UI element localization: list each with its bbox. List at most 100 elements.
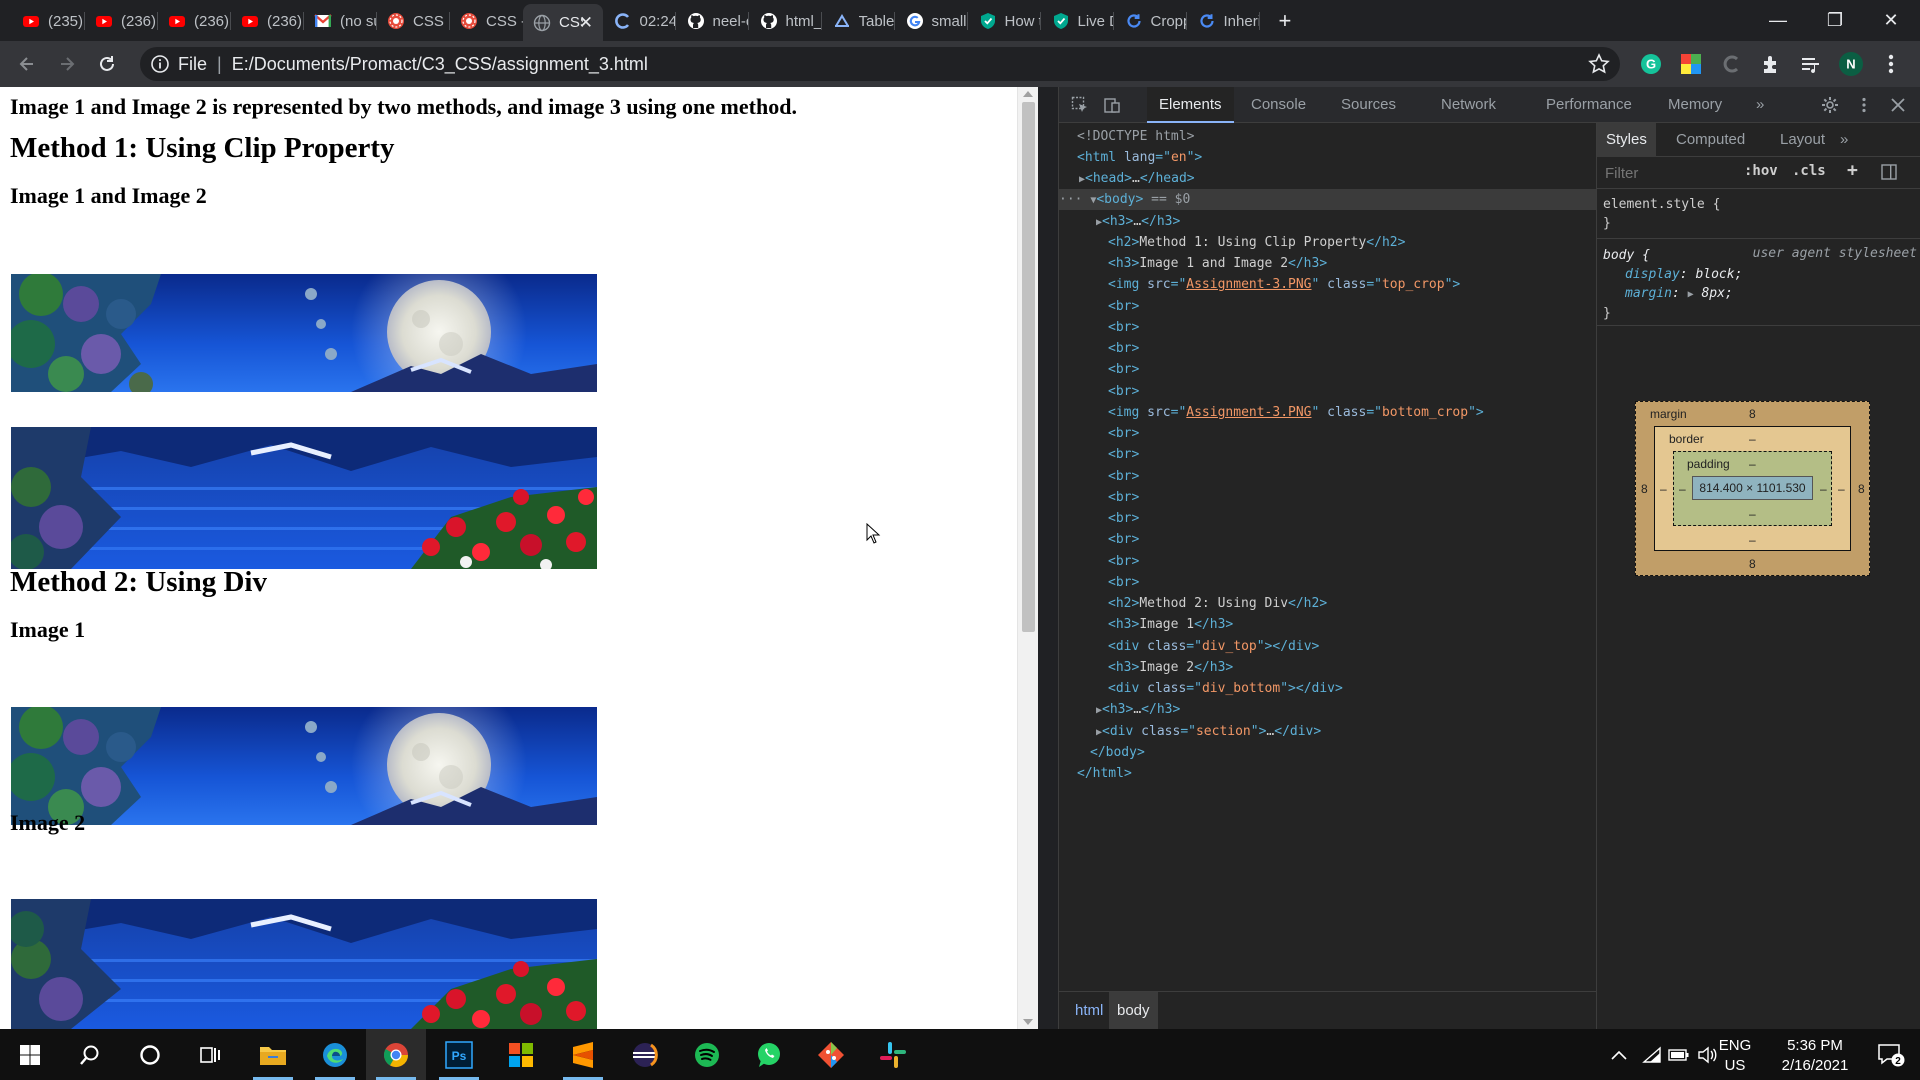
prop-name-display[interactable]: display: [1625, 267, 1680, 282]
dom-html-close[interactable]: </html>: [1059, 763, 1596, 784]
page-scrollbar-thumb[interactable]: [1022, 102, 1035, 632]
profile-avatar[interactable]: N: [1838, 51, 1864, 77]
box-border-top[interactable]: –: [1749, 432, 1756, 446]
browser-tab[interactable]: CSS✕: [523, 4, 603, 41]
browser-tab[interactable]: (235) Y: [12, 6, 85, 36]
reload-button[interactable]: [92, 49, 122, 79]
hover-state-toggle[interactable]: :hov: [1744, 163, 1778, 179]
dom-br[interactable]: <br>: [1059, 317, 1596, 338]
info-icon[interactable]: [150, 54, 170, 74]
box-padding-right[interactable]: –: [1820, 482, 1827, 496]
taskbar-spotify[interactable]: [677, 1029, 737, 1080]
scroll-up-arrow-icon[interactable]: [1023, 91, 1033, 97]
task-view-button[interactable]: [180, 1029, 240, 1080]
browser-tab[interactable]: html_a: [750, 6, 822, 36]
taskbar-edge[interactable]: [305, 1029, 365, 1080]
browser-tab[interactable]: Croppi: [1115, 6, 1187, 36]
dom-h3-image2[interactable]: <h3>Image 2</h3>: [1059, 657, 1596, 678]
taskbar-microsoft-store[interactable]: [491, 1029, 551, 1080]
dom-doctype[interactable]: <!DOCTYPE html>: [1059, 126, 1596, 147]
box-padding-left[interactable]: –: [1679, 482, 1686, 496]
dom-html-open[interactable]: <html lang="en">: [1059, 147, 1596, 168]
forward-button[interactable]: [52, 49, 82, 79]
dom-head-collapsed[interactable]: ▶<head>…</head>: [1059, 168, 1596, 189]
tab-console[interactable]: Console: [1239, 87, 1318, 123]
dom-div-top[interactable]: <div class="div_top"></div>: [1059, 636, 1596, 657]
expand-triangle-icon[interactable]: ▶: [1688, 289, 1694, 300]
tab-sources[interactable]: Sources: [1329, 87, 1408, 123]
taskbar-chrome[interactable]: [366, 1029, 426, 1080]
restore-window-button[interactable]: ❐: [1806, 0, 1864, 40]
tray-network[interactable]: [1637, 1029, 1667, 1080]
taskbar-photoshop[interactable]: Ps: [429, 1029, 489, 1080]
dom-br[interactable]: <br>: [1059, 551, 1596, 572]
taskbar-git[interactable]: [801, 1029, 861, 1080]
devtools-menu-icon[interactable]: [1855, 96, 1873, 114]
element-style-rule[interactable]: element.style { }: [1603, 195, 1720, 233]
dom-body-close[interactable]: </body>: [1059, 742, 1596, 763]
dom-h2-method2[interactable]: <h2>Method 2: Using Div</h2>: [1059, 593, 1596, 614]
dom-br[interactable]: <br>: [1059, 572, 1596, 593]
dom-img-top-crop[interactable]: <img src="Assignment-3.PNG" class="top_c…: [1059, 274, 1596, 295]
colorful-extension-icon[interactable]: [1678, 51, 1704, 77]
breadcrumb-body[interactable]: body: [1109, 992, 1158, 1030]
browser-tab[interactable]: neel-cl: [677, 6, 749, 36]
browser-tab[interactable]: 02:24:1: [604, 6, 676, 36]
browser-tab[interactable]: small i: [896, 6, 968, 36]
browser-tab[interactable]: Inherit: [1188, 6, 1260, 36]
browser-tab[interactable]: CSS - A: [450, 6, 523, 36]
dom-br[interactable]: <br>: [1059, 359, 1596, 380]
tab-computed[interactable]: Computed: [1667, 123, 1754, 157]
prop-value-display[interactable]: block;: [1695, 267, 1742, 282]
box-border-bottom[interactable]: –: [1749, 533, 1756, 547]
chrome-menu-button[interactable]: [1878, 51, 1904, 77]
prop-name-margin[interactable]: margin: [1625, 286, 1672, 301]
close-tab-icon[interactable]: ✕: [579, 13, 593, 33]
tab-network[interactable]: Network: [1429, 87, 1508, 123]
taskbar-sublime-text[interactable]: [553, 1029, 613, 1080]
styles-filter-input[interactable]: [1605, 162, 1735, 184]
devtools-close-icon[interactable]: [1889, 96, 1907, 114]
address-bar[interactable]: File | E:/Documents/Promact/C3_CSS/assig…: [140, 47, 1620, 81]
action-center-button[interactable]: 2: [1866, 1029, 1916, 1080]
toggle-sidebar-icon[interactable]: [1881, 164, 1897, 180]
tab-elements[interactable]: Elements: [1147, 87, 1234, 123]
media-queue-icon[interactable]: [1798, 51, 1824, 77]
grammarly-icon[interactable]: G: [1638, 51, 1664, 77]
box-border-right[interactable]: –: [1838, 482, 1845, 496]
browser-tab[interactable]: (no sul: [304, 6, 377, 36]
breadcrumb-html[interactable]: html: [1067, 992, 1111, 1030]
new-rule-button[interactable]: +: [1847, 160, 1858, 181]
extensions-puzzle-icon[interactable]: [1758, 51, 1784, 77]
box-border-left[interactable]: –: [1660, 482, 1667, 496]
dom-br[interactable]: <br>: [1059, 381, 1596, 402]
start-button[interactable]: [0, 1029, 60, 1080]
browser-tab[interactable]: (236) T: [231, 6, 304, 36]
box-margin-right[interactable]: 8: [1858, 482, 1865, 496]
cleanfeed-extension-icon[interactable]: [1718, 51, 1744, 77]
taskbar-eclipse[interactable]: [615, 1029, 675, 1080]
box-margin-bottom[interactable]: 8: [1749, 557, 1756, 571]
dom-h3-collapsed[interactable]: ▶<h3>…</h3>: [1059, 211, 1596, 232]
dom-br[interactable]: <br>: [1059, 508, 1596, 529]
box-padding-bottom[interactable]: –: [1749, 507, 1756, 521]
browser-tab[interactable]: Tables: [823, 6, 895, 36]
box-content-size[interactable]: 814.400 × 1101.530: [1692, 476, 1813, 500]
back-button[interactable]: [12, 49, 42, 79]
dom-h3-collapsed[interactable]: ▶<h3>…</h3>: [1059, 699, 1596, 720]
taskbar-whatsapp[interactable]: [739, 1029, 799, 1080]
dom-div-section[interactable]: ▶<div class="section">…</div>: [1059, 721, 1596, 742]
prop-value-margin[interactable]: 8px;: [1701, 286, 1732, 301]
dom-br[interactable]: <br>: [1059, 466, 1596, 487]
settings-gear-icon[interactable]: [1821, 96, 1839, 114]
browser-tab[interactable]: (236) T: [158, 6, 231, 36]
inspect-element-icon[interactable]: [1071, 96, 1089, 114]
class-toggle[interactable]: .cls: [1792, 163, 1826, 179]
dom-img-bottom-crop[interactable]: <img src="Assignment-3.PNG" class="botto…: [1059, 402, 1596, 423]
tab-styles[interactable]: Styles: [1597, 123, 1656, 157]
input-language[interactable]: ENG US: [1715, 1036, 1755, 1076]
new-tab-button[interactable]: +: [1269, 6, 1299, 36]
minimize-window-button[interactable]: —: [1749, 0, 1807, 40]
devtools-more-tabs[interactable]: »: [1744, 87, 1776, 123]
dom-tree[interactable]: <!DOCTYPE html> <html lang="en"> ▶<head>…: [1059, 123, 1596, 991]
